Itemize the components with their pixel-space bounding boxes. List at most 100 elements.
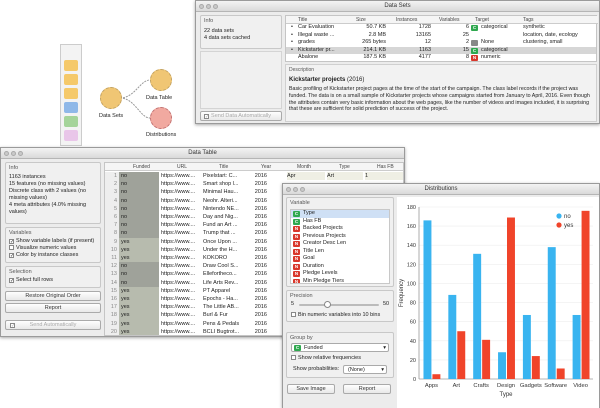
report-button[interactable]: Report [5,303,101,313]
dataset-target: None [481,39,495,46]
variable-item[interactable]: N Previous Projects [291,233,389,241]
checkbox-icon[interactable]: ✓ [9,253,14,259]
show-variable-labels-option[interactable]: ✓ Show variable labels (if present) [9,238,97,245]
table-row[interactable]: 15 yes https://www.... PT Apparel 2016 [105,286,287,295]
header-year[interactable]: Year [243,163,285,171]
close-icon[interactable] [4,150,9,156]
table-row[interactable]: 9 yes https://www.... Once Upon ... 2016 [105,237,287,246]
precision-slider-handle[interactable] [324,301,331,308]
table-row[interactable]: 17 yes https://www.... The Little AB... 2016 [105,303,287,312]
table-row[interactable]: 7 no https://www.... Fund an Art ... 2016 [105,221,287,230]
table-row[interactable]: 2 no https://www.... Smart shop l... 2016 [105,180,287,189]
node-data-table-icon[interactable] [150,69,172,91]
checkbox-icon[interactable] [9,245,14,250]
checkbox-icon[interactable] [291,355,296,360]
table-row[interactable]: 16 yes https://www.... Epochs - Ha... 2016 [105,295,287,304]
show-relative-frequencies-option[interactable]: Show relative frequencies [291,355,361,362]
minimize-icon[interactable] [206,3,211,9]
header-month[interactable]: Month [285,163,325,171]
header-funded[interactable]: Funded [119,163,159,171]
zoom-icon[interactable] [18,150,23,156]
dataset-row[interactable]: • Kickstarter pr... 214.1 KB 1163 15 categori… [286,46,596,55]
table-row[interactable]: 3 no https://www.... Minimal Hau... 2016 [105,188,287,197]
send-data-automatically-button[interactable]: ✓ Send Data Automatically [200,111,282,121]
table-row[interactable]: 10 yes https://www.... Under the H... 2016 [105,245,287,254]
close-icon[interactable] [286,186,291,192]
close-icon[interactable] [199,3,204,9]
zoom-icon[interactable] [300,186,305,192]
variable-item[interactable]: N Min Pledge Tiers [291,278,389,283]
variable-list[interactable]: C Type C Has FB N Backed Projects N Previous Pr… [290,209,390,284]
minimize-icon[interactable] [11,150,16,156]
table-row[interactable]: 6 no https://www.... Day and Nig... 2016 [105,213,287,222]
table-row[interactable]: 19 yes https://www.... Pens & Pedals 2016 [105,319,287,328]
checkbox-icon[interactable]: ✓ [10,323,15,329]
variable-label: Creator Desc Len [303,240,347,246]
visualize-numeric-option[interactable]: Visualize numeric values [9,245,97,252]
cell-year: 2016 [243,196,285,205]
variable-item[interactable]: N Title Len [291,248,389,256]
header-type[interactable]: Type [325,163,363,171]
group-by-select[interactable]: C Funded ▾ [291,343,389,352]
table-row[interactable]: 14 no https://www.... Life Arts Rev... 2016 [105,278,287,287]
report-button[interactable]: Report [343,384,391,394]
show-probabilities-select[interactable]: (None) ▾ [343,365,387,374]
variable-item[interactable]: N Goal [291,255,389,263]
variable-item[interactable]: N Duration [291,263,389,271]
dataset-cached-dot: • [291,39,293,46]
table-row[interactable]: 20 yes https://www.... BCLI Bugtrot... 2016 [105,327,287,335]
node-distributions-icon[interactable] [150,107,172,129]
header-title[interactable]: Title [286,16,346,24]
dataset-variables: 8 [465,54,469,61]
header-instances[interactable]: Instances [386,16,431,24]
checkbox-icon[interactable]: ✓ [9,278,14,284]
checkbox-icon[interactable]: ✓ [9,239,14,245]
header-title[interactable]: Title [201,163,243,171]
header-variables[interactable]: Variables [431,16,471,24]
table-row[interactable]: 13 no https://www.... Ellefortheco... 2016 [105,270,287,279]
window-titlebar[interactable]: Data Sets [196,1,599,12]
header-url[interactable]: URL [159,163,201,171]
table-row[interactable]: 18 yes https://www.... Burl & Fur 2016 [105,311,287,320]
checkbox-icon[interactable] [291,312,296,317]
variable-label: Previous Projects [303,232,346,239]
precision-slider[interactable] [299,304,379,306]
window-titlebar[interactable]: Data Table [1,148,404,159]
save-image-button[interactable]: Save Image [287,384,335,394]
restore-original-order-button[interactable]: Restore Original Order [5,291,101,301]
header-has-fb[interactable]: Has FB [363,163,403,171]
variable-item[interactable]: N Backed Projects [291,225,389,233]
select-full-rows-option[interactable]: ✓ Select full rows [9,277,97,284]
dataset-row[interactable]: • grades 265 bytes 12 2 None clustering, small [286,39,596,47]
datasets-table: Title Size Instances Variables Target Ta… [285,15,598,62]
minimize-icon[interactable] [293,186,298,192]
header-target[interactable]: Target [471,16,521,24]
bin-numeric-option[interactable]: Bin numeric variables into 10 bins [291,312,380,319]
cell-funded: no [119,270,159,279]
color-by-class-option[interactable]: ✓ Color by instance classes [9,252,97,259]
table-row[interactable]: 12 no https://www.... Draw Cool S... 2016 [105,262,287,271]
dataset-title: Car Evaluation [298,24,335,30]
dataset-row[interactable]: Abalone 187.5 KB 4177 8 numeric N [286,54,596,62]
dataset-row[interactable]: • Illegal waste ... 2.8 MB 13165 25 location,… [286,32,596,40]
table-row[interactable]: 4 no https://www.... Neohr. Alteri... 2016 [105,196,287,205]
table-row[interactable]: 1 no https://www.... Pixelstart: C... 2016 [105,172,287,181]
checkbox-icon[interactable]: ✓ [204,114,209,120]
variable-item[interactable]: N Pledge Levels [291,270,389,278]
table-row[interactable]: 11 yes https://www.... KOKORO 2016 [105,254,287,263]
description-year: (2016) [347,77,365,83]
zoom-icon[interactable] [213,3,218,9]
variable-item[interactable]: C Type [291,210,389,218]
distribution-chart: 0 20 40 60 80 100 120 140 160 180 Apps Art Crafts Des… [399,205,593,398]
cell-year: 2016 [243,295,285,304]
header-size[interactable]: Size [346,16,386,24]
node-data-sets-icon[interactable] [100,87,122,109]
header-tags[interactable]: Tags [521,16,598,24]
send-automatically-button[interactable]: ✓ Send Automatically [5,320,101,330]
table-row[interactable]: 5 no https://www.... Nintendo NE... 2016 [105,204,287,213]
variable-item[interactable]: C Has FB [291,218,389,226]
variable-item[interactable]: N Creator Desc Len [291,240,389,248]
table-row[interactable]: 8 no https://www.... Trump that ... 2016 [105,229,287,238]
window-titlebar[interactable]: Distributions [283,184,599,195]
dataset-row[interactable]: • Car Evaluation 50.7 KB 1728 6 categorical sy… [286,24,596,32]
